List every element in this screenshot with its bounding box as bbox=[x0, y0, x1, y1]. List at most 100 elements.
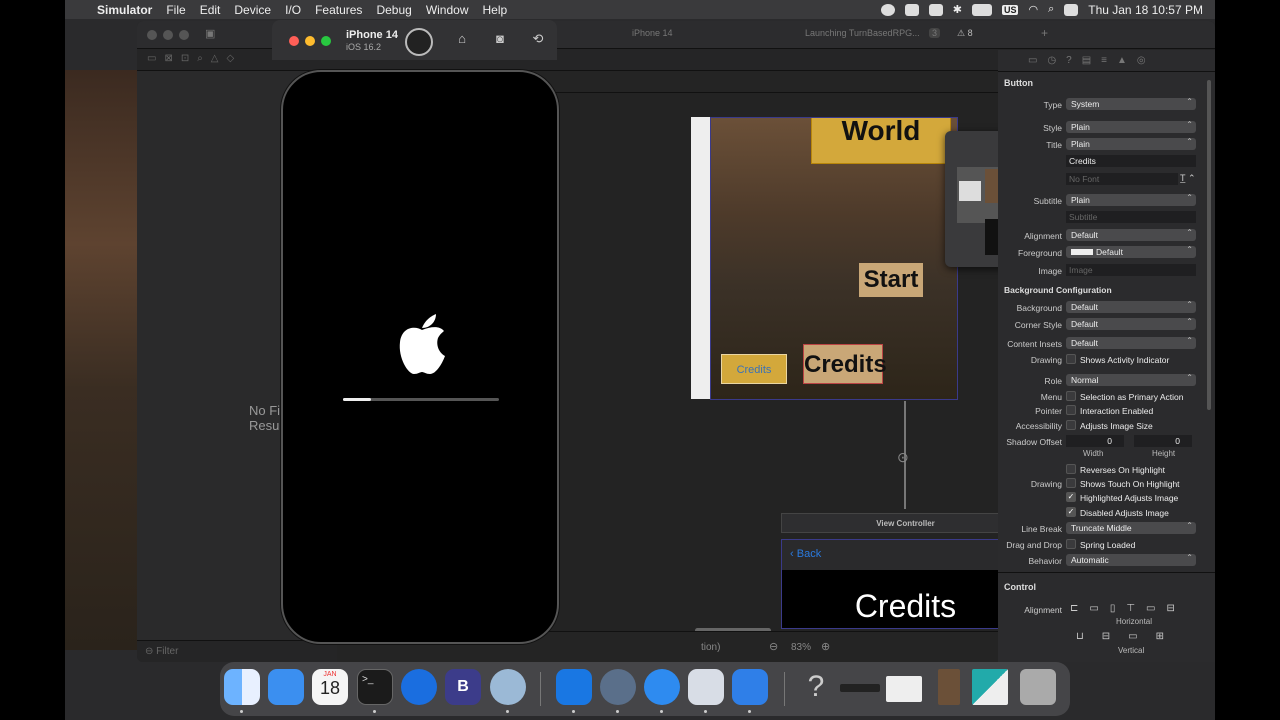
font-field[interactable]: No Font bbox=[1066, 173, 1178, 185]
highlighted-adjusts-checkbox[interactable]: ✓ bbox=[1066, 492, 1076, 502]
navigator-filter-bar[interactable]: ⊖ Filter bbox=[137, 640, 337, 662]
font-picker-icon[interactable]: T̲ ⌃ bbox=[1180, 173, 1196, 184]
style-popup[interactable]: Plain bbox=[1066, 120, 1196, 133]
help-icon[interactable]: ? bbox=[798, 669, 834, 705]
image-field[interactable]: Image bbox=[1066, 264, 1196, 276]
menu-help[interactable]: Help bbox=[483, 3, 508, 17]
recent-file-icon[interactable] bbox=[840, 684, 880, 692]
screenshot-thumbnail-icon[interactable] bbox=[972, 669, 1008, 705]
home-button[interactable] bbox=[405, 28, 433, 56]
shows-activity-checkbox[interactable] bbox=[1066, 354, 1076, 364]
maps-pin-icon[interactable] bbox=[401, 669, 437, 705]
shadow-height-field[interactable]: 0 bbox=[1134, 435, 1192, 447]
car-icon[interactable] bbox=[928, 3, 943, 16]
calendar-icon[interactable]: JAN 18 bbox=[312, 669, 348, 705]
spring-loaded-checkbox[interactable] bbox=[1066, 539, 1076, 549]
menu-features[interactable]: Features bbox=[315, 3, 362, 17]
subtitle-field[interactable]: Subtitle bbox=[1066, 211, 1196, 223]
zoom-out-icon[interactable]: ⊖ bbox=[769, 640, 778, 653]
add-tab-icon[interactable]: + bbox=[1041, 26, 1048, 40]
role-popup[interactable]: Normal bbox=[1066, 373, 1196, 386]
safari-icon[interactable] bbox=[644, 669, 680, 705]
menu-clock[interactable]: Thu Jan 18 10:57 PM bbox=[1088, 3, 1203, 17]
warning-count[interactable]: ⚠ 8 bbox=[957, 28, 973, 39]
reverses-highlight-checkbox[interactable] bbox=[1066, 464, 1076, 474]
main-scene[interactable]: World Start Credits Credits bbox=[710, 117, 958, 400]
title-popup[interactable]: Plain bbox=[1066, 137, 1196, 150]
preview-icon[interactable] bbox=[688, 669, 724, 705]
xcode-zoom-button[interactable] bbox=[179, 30, 189, 40]
battery-icon[interactable] bbox=[971, 3, 992, 16]
simulator-icon[interactable] bbox=[600, 669, 636, 705]
xcode-minimize-button[interactable] bbox=[163, 30, 173, 40]
start-button[interactable]: Start bbox=[859, 263, 923, 297]
view-controller-header[interactable]: View Controller bbox=[781, 513, 1030, 533]
record-icon[interactable] bbox=[880, 3, 895, 16]
terminal-icon[interactable]: >_ bbox=[357, 669, 393, 705]
horizontal-alignment-segments[interactable]: ⊏▭▯⊤▭⊟ bbox=[1070, 603, 1186, 614]
filter-input[interactable]: Filter bbox=[156, 646, 178, 657]
drive-icon[interactable] bbox=[904, 3, 919, 16]
simulator-zoom-button[interactable] bbox=[321, 36, 331, 46]
credits-label[interactable]: Credits bbox=[803, 344, 887, 384]
adjusts-image-size-checkbox[interactable] bbox=[1066, 420, 1076, 430]
primary-action-checkbox[interactable] bbox=[1066, 391, 1076, 401]
zoom-in-icon[interactable]: ⊕ bbox=[821, 640, 830, 653]
menu-device[interactable]: Device bbox=[234, 3, 271, 17]
disabled-adjusts-checkbox[interactable]: ✓ bbox=[1066, 507, 1076, 517]
selected-credits-button[interactable]: Credits bbox=[721, 354, 787, 384]
wifi-icon[interactable]: ◠ bbox=[1028, 3, 1038, 16]
navigator-icons[interactable]: ▭⊠⊡⌕△◇ bbox=[147, 53, 242, 64]
line-break-popup[interactable]: Truncate Middle bbox=[1066, 521, 1196, 534]
sidebar-toggle-icon[interactable]: ▣ bbox=[205, 27, 215, 40]
device-config-hint[interactable]: tion) bbox=[701, 642, 720, 653]
menu-window[interactable]: Window bbox=[426, 3, 469, 17]
spotlight-icon[interactable]: ⌕ bbox=[1048, 3, 1054, 16]
shows-touch-checkbox[interactable] bbox=[1066, 478, 1076, 488]
simulator-minimize-button[interactable] bbox=[305, 36, 315, 46]
menu-io[interactable]: I/O bbox=[285, 3, 301, 17]
background-popup[interactable]: Default bbox=[1066, 300, 1196, 313]
menu-edit[interactable]: Edit bbox=[200, 3, 221, 17]
scene-title-label[interactable]: World bbox=[811, 118, 951, 164]
content-insets-popup[interactable]: Default bbox=[1066, 336, 1196, 349]
title-text-field[interactable]: Credits bbox=[1066, 155, 1196, 167]
trash-icon[interactable] bbox=[1020, 669, 1056, 705]
input-source-badge[interactable]: US bbox=[1001, 4, 1019, 15]
document-thumbnail-icon[interactable] bbox=[886, 676, 922, 702]
menu-file[interactable]: File bbox=[166, 3, 185, 17]
vertical-alignment-segments[interactable]: ⊔⊟▭⊞ bbox=[1076, 631, 1182, 642]
alignment-popup[interactable]: Default bbox=[1066, 228, 1196, 241]
xcode-icon[interactable] bbox=[556, 669, 592, 705]
mail-icon[interactable] bbox=[268, 669, 304, 705]
screenshot-icon[interactable]: ◙ bbox=[492, 32, 508, 46]
scheme-destination[interactable]: iPhone 14 bbox=[632, 28, 673, 38]
type-popup[interactable]: System bbox=[1066, 97, 1196, 110]
filter-icon[interactable]: ⊖ bbox=[145, 646, 156, 657]
bluetooth-icon[interactable]: ✱ bbox=[953, 3, 962, 16]
inspector-scrollbar[interactable] bbox=[1207, 80, 1211, 410]
xcode-close-button[interactable] bbox=[147, 30, 157, 40]
shadow-width-field[interactable]: 0 bbox=[1066, 435, 1124, 447]
quicktime-icon[interactable] bbox=[490, 669, 526, 705]
credits-scene[interactable]: ‹ Back Credits bbox=[781, 539, 1030, 629]
inspector-tab-icons[interactable]: ▭◷?▤≡▲◎ bbox=[998, 50, 1215, 72]
credits-heading[interactable]: Credits bbox=[782, 588, 1029, 625]
segue-icon[interactable]: ⊙ bbox=[897, 449, 909, 466]
menu-debug[interactable]: Debug bbox=[376, 3, 411, 17]
instruments-icon[interactable] bbox=[732, 669, 768, 705]
menu-app-name[interactable]: Simulator bbox=[97, 3, 152, 17]
bbedit-icon[interactable]: B bbox=[445, 669, 481, 705]
corner-style-popup[interactable]: Default bbox=[1066, 317, 1196, 330]
interaction-enabled-checkbox[interactable] bbox=[1066, 405, 1076, 415]
subtitle-popup[interactable]: Plain bbox=[1066, 193, 1196, 206]
back-button[interactable]: ‹ Back bbox=[790, 548, 821, 560]
simulator-close-button[interactable] bbox=[289, 36, 299, 46]
iphone-screen[interactable] bbox=[281, 70, 559, 644]
finder-icon[interactable] bbox=[224, 669, 260, 705]
control-center-icon[interactable] bbox=[1064, 3, 1079, 16]
home-icon[interactable]: ⌂ bbox=[454, 32, 470, 46]
rotate-icon[interactable]: ⟲ bbox=[530, 32, 546, 46]
image-thumbnail-icon[interactable] bbox=[938, 669, 960, 705]
behavior-popup[interactable]: Automatic bbox=[1066, 553, 1196, 566]
